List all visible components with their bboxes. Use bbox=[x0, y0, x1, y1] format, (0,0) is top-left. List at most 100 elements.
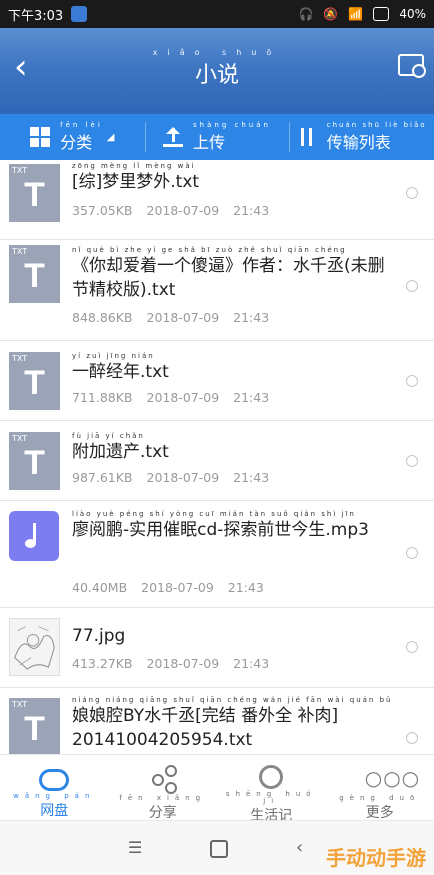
transfer-list-button[interactable]: chuán shū liè biǎo 传输列表 bbox=[289, 114, 434, 160]
category-label: fēn lèi 分类 bbox=[60, 122, 103, 153]
nav-pinyin: wǎng pán bbox=[0, 793, 109, 800]
music-note-icon bbox=[23, 523, 45, 549]
battery-percent: 40% bbox=[399, 7, 426, 21]
nav-pinyin: fēn xiǎng bbox=[109, 795, 218, 802]
status-icons: 🎧 🔕 📶 40% bbox=[298, 0, 426, 28]
file-time: 21:43 bbox=[233, 470, 269, 485]
select-radio[interactable] bbox=[406, 732, 418, 744]
file-time: 21:43 bbox=[228, 580, 264, 595]
file-type-badge: TXT bbox=[12, 700, 27, 709]
select-radio[interactable] bbox=[406, 280, 418, 292]
txt-file-icon: TXT T bbox=[9, 698, 60, 754]
sketch-image-icon bbox=[10, 619, 59, 675]
upload-text: 上传 bbox=[193, 133, 225, 152]
upload-button[interactable]: shàng chuán 上传 bbox=[145, 114, 290, 160]
grid-icon bbox=[30, 127, 50, 147]
file-date: 2018-07-09 bbox=[147, 470, 220, 485]
file-name-pinyin: liào yuè péng shí yòng cuī mián tàn suǒ … bbox=[72, 510, 398, 518]
dropdown-triangle-icon: ◢ bbox=[107, 132, 115, 143]
nav-label: 网盘 bbox=[40, 803, 68, 819]
file-name-text: 77.jpg bbox=[72, 626, 125, 646]
headphones-icon: 🎧 bbox=[298, 7, 313, 21]
nav-life-notes[interactable]: shēng huó jì 生活记 bbox=[217, 755, 326, 821]
page-title-pinyin: xiǎo shuō bbox=[0, 48, 434, 57]
file-meta: 987.61KB 2018-07-09 21:43 bbox=[72, 470, 269, 485]
system-back-icon[interactable]: ‹ bbox=[296, 839, 303, 857]
category-pinyin: fēn lèi bbox=[60, 122, 103, 129]
battery-icon bbox=[373, 7, 389, 21]
select-radio[interactable] bbox=[406, 641, 418, 653]
file-date: 2018-07-09 bbox=[147, 656, 220, 671]
file-time: 21:43 bbox=[233, 310, 269, 325]
file-name: 77.jpg bbox=[72, 624, 398, 648]
file-time: 21:43 bbox=[233, 390, 269, 405]
file-meta: 848.86KB 2018-07-09 21:43 bbox=[72, 310, 269, 325]
nav-label: 更多 bbox=[366, 805, 394, 821]
select-radio[interactable] bbox=[406, 547, 418, 559]
bottom-navigation: wǎng pán 网盘 fēn xiǎng 分享 shēng huó jì 生活… bbox=[0, 754, 434, 821]
upload-label: shàng chuán 上传 bbox=[193, 122, 271, 153]
mute-icon: 🔕 bbox=[323, 7, 338, 21]
file-name: liào yuè péng shí yòng cuī mián tàn suǒ … bbox=[72, 510, 398, 542]
file-name: yí zuì jīng nián 一醉经年.txt bbox=[72, 352, 398, 384]
file-name-text: [综]梦里梦外.txt bbox=[72, 172, 199, 192]
menu-icon[interactable]: ☰ bbox=[128, 839, 142, 857]
file-name-pinyin: yí zuì jīng nián bbox=[72, 352, 398, 360]
audio-file-icon bbox=[9, 511, 59, 561]
file-list: TXT T zōng mèng lǐ mèng wài [综]梦里梦外.txt … bbox=[0, 160, 434, 754]
life-icon bbox=[259, 765, 283, 789]
file-name-text: 娘娘腔BY水千丞[完结 番外全 补肉] 20141004205954.txt bbox=[72, 706, 338, 750]
folder-settings-button[interactable] bbox=[398, 54, 424, 76]
file-row[interactable]: TXT T nǐ què bì zhe yí ge shǎ bī zuò zhě… bbox=[0, 240, 434, 341]
home-icon[interactable] bbox=[210, 840, 228, 858]
nav-pinyin: shēng huó jì bbox=[217, 791, 326, 805]
header: ‹ xiǎo shuō 小说 bbox=[0, 28, 434, 114]
transfer-pinyin: chuán shū liè biǎo bbox=[327, 122, 427, 129]
nav-share[interactable]: fēn xiǎng 分享 bbox=[109, 755, 218, 821]
file-meta: 413.27KB 2018-07-09 21:43 bbox=[72, 656, 269, 671]
transfer-label: chuán shū liè biǎo 传输列表 bbox=[327, 122, 427, 153]
file-meta: 40.40MB 2018-07-09 21:43 bbox=[72, 580, 264, 595]
file-row[interactable]: 77.jpg 413.27KB 2018-07-09 21:43 bbox=[0, 608, 434, 688]
file-row[interactable]: TXT T niáng niáng qiāng shuǐ qiān chéng … bbox=[0, 688, 434, 754]
file-type-glyph: T bbox=[9, 257, 60, 296]
file-name-text: 廖阅鹏-实用催眠cd-探索前世今生.mp3 bbox=[72, 520, 369, 540]
file-type-glyph: T bbox=[9, 364, 60, 403]
file-meta: 711.88KB 2018-07-09 21:43 bbox=[72, 390, 269, 405]
nav-label: 分享 bbox=[149, 805, 177, 821]
select-radio[interactable] bbox=[406, 187, 418, 199]
file-name-text: 一醉经年.txt bbox=[72, 362, 169, 382]
app-notification-icon bbox=[71, 6, 87, 22]
txt-file-icon: TXT T bbox=[9, 352, 60, 410]
file-date: 2018-07-09 bbox=[147, 203, 220, 218]
txt-file-icon: TXT T bbox=[9, 245, 60, 303]
nav-more[interactable]: ○○○ gèng duō 更多 bbox=[326, 755, 434, 821]
file-row[interactable]: TXT T fù jiā yí chǎn 附加遗产.txt 987.61KB 2… bbox=[0, 421, 434, 501]
file-name-pinyin: fù jiā yí chǎn bbox=[72, 432, 398, 440]
file-name: nǐ què bì zhe yí ge shǎ bī zuò zhě shuǐ … bbox=[72, 246, 398, 302]
share-icon bbox=[148, 763, 178, 793]
file-row[interactable]: liào yuè péng shí yòng cuī mián tàn suǒ … bbox=[0, 501, 434, 608]
action-toolbar: fēn lèi 分类 ◢ shàng chuán 上传 chuán shū li… bbox=[0, 114, 434, 160]
image-thumbnail bbox=[9, 618, 60, 676]
select-radio[interactable] bbox=[406, 375, 418, 387]
file-size: 413.27KB bbox=[72, 656, 133, 671]
category-button[interactable]: fēn lèi 分类 ◢ bbox=[0, 114, 145, 160]
cloud-icon bbox=[39, 769, 69, 791]
page-title: xiǎo shuō 小说 bbox=[0, 48, 434, 89]
file-row[interactable]: TXT T zōng mèng lǐ mèng wài [综]梦里梦外.txt … bbox=[0, 160, 434, 240]
file-time: 21:43 bbox=[233, 656, 269, 671]
file-name-text: 附加遗产.txt bbox=[72, 442, 169, 462]
file-name: fù jiā yí chǎn 附加遗产.txt bbox=[72, 432, 398, 464]
select-radio[interactable] bbox=[406, 455, 418, 467]
file-row[interactable]: TXT T yí zuì jīng nián 一醉经年.txt 711.88KB… bbox=[0, 341, 434, 421]
nav-cloud-disk[interactable]: wǎng pán 网盘 bbox=[0, 755, 109, 821]
watermark-logo: 手动动手游 bbox=[326, 842, 426, 871]
file-meta: 357.05KB 2018-07-09 21:43 bbox=[72, 203, 269, 218]
wifi-icon: 📶 bbox=[348, 7, 363, 21]
file-size: 711.88KB bbox=[72, 390, 133, 405]
transfer-icon bbox=[297, 127, 317, 147]
file-type-glyph: T bbox=[9, 176, 60, 215]
nav-pinyin: gèng duō bbox=[326, 795, 434, 802]
file-type-badge: TXT bbox=[12, 247, 27, 256]
